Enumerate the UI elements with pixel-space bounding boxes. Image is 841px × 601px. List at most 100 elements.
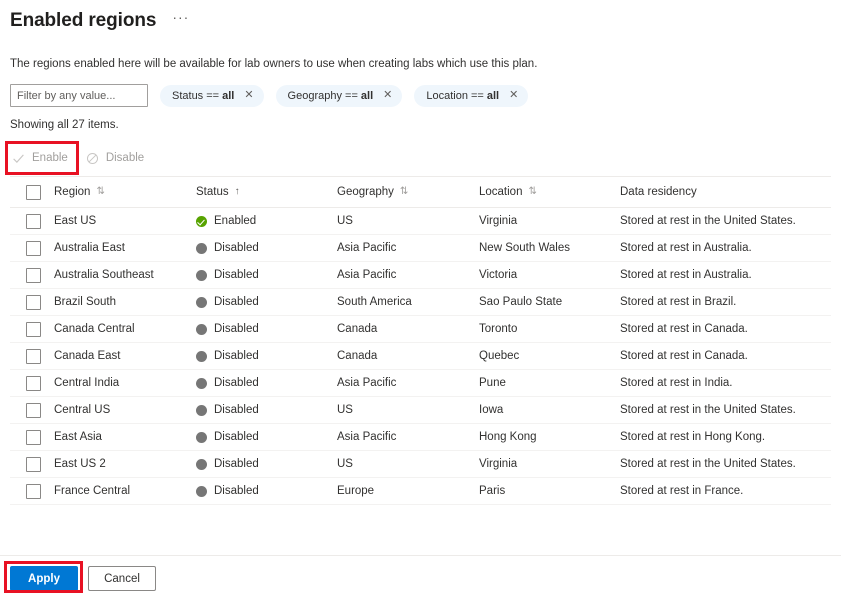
- row-checkbox[interactable]: [26, 214, 41, 229]
- table-row[interactable]: Australia EastDisabledAsia PacificNew So…: [10, 235, 831, 262]
- cell-region: Brazil South: [54, 289, 196, 316]
- cell-data-residency: Stored at rest in Hong Kong.: [620, 424, 831, 451]
- table-row[interactable]: East US 2DisabledUSVirginiaStored at res…: [10, 451, 831, 478]
- table-row[interactable]: Australia SoutheastDisabledAsia PacificV…: [10, 262, 831, 289]
- cell-data-residency: Stored at rest in India.: [620, 370, 831, 397]
- cell-geography: Asia Pacific: [337, 370, 479, 397]
- table-row[interactable]: Canada CentralDisabledCanadaTorontoStore…: [10, 316, 831, 343]
- filter-input[interactable]: [10, 84, 148, 107]
- command-bar: Enable Disable: [0, 142, 841, 174]
- column-header-region[interactable]: Region ⇅: [54, 177, 196, 208]
- enable-button[interactable]: Enable: [10, 148, 70, 169]
- cell-status: Disabled: [196, 397, 337, 424]
- cancel-button[interactable]: Cancel: [88, 566, 156, 591]
- filter-pill-geography-value: all: [361, 90, 373, 102]
- row-checkbox[interactable]: [26, 376, 41, 391]
- cell-data-residency: Stored at rest in France.: [620, 478, 831, 505]
- filter-pill-status[interactable]: Status == all ✕: [160, 85, 264, 107]
- cell-data-residency: Stored at rest in Australia.: [620, 235, 831, 262]
- table-row[interactable]: East AsiaDisabledAsia PacificHong KongSt…: [10, 424, 831, 451]
- column-header-status-label: Status: [196, 186, 229, 198]
- status-disabled-icon: [196, 270, 207, 281]
- row-select-cell: [10, 235, 54, 262]
- cell-location: Iowa: [479, 397, 620, 424]
- filter-pill-status-value: all: [222, 90, 234, 102]
- table-row[interactable]: Canada EastDisabledCanadaQuebecStored at…: [10, 343, 831, 370]
- sort-icon-region[interactable]: ⇅: [96, 187, 104, 197]
- row-checkbox[interactable]: [26, 268, 41, 283]
- cell-status-label: Disabled: [214, 296, 259, 308]
- filter-pill-location[interactable]: Location == all ✕: [414, 85, 528, 107]
- column-header-geography[interactable]: Geography ⇅: [337, 177, 479, 208]
- row-select-cell: [10, 289, 54, 316]
- select-all-checkbox[interactable]: [26, 185, 41, 200]
- filter-bar: Status == all ✕ Geography == all ✕ Locat…: [0, 72, 841, 107]
- status-disabled-icon: [196, 243, 207, 254]
- row-checkbox[interactable]: [26, 484, 41, 499]
- row-checkbox[interactable]: [26, 295, 41, 310]
- cell-status-label: Disabled: [214, 323, 259, 335]
- table-row[interactable]: France CentralDisabledEuropeParisStored …: [10, 478, 831, 505]
- row-select-cell: [10, 262, 54, 289]
- cell-data-residency: Stored at rest in Canada.: [620, 343, 831, 370]
- page-title: Enabled regions: [10, 8, 156, 34]
- cell-region: East US: [54, 208, 196, 235]
- sort-icon-geography[interactable]: ⇅: [400, 187, 408, 197]
- filter-pill-status-close-icon[interactable]: ✕: [244, 90, 253, 101]
- table-row[interactable]: East USEnabledUSVirginiaStored at rest i…: [10, 208, 831, 235]
- status-disabled-icon: [196, 432, 207, 443]
- filter-pill-location-close-icon[interactable]: ✕: [509, 90, 518, 101]
- disable-button[interactable]: Disable: [84, 148, 146, 169]
- cell-status: Disabled: [196, 316, 337, 343]
- column-header-location[interactable]: Location ⇅: [479, 177, 620, 208]
- disable-button-label: Disable: [106, 152, 144, 164]
- column-header-status[interactable]: Status ↑: [196, 177, 337, 208]
- cell-status-label: Disabled: [214, 485, 259, 497]
- more-options-icon[interactable]: ···: [172, 12, 189, 30]
- column-header-data-residency[interactable]: Data residency: [620, 177, 831, 208]
- row-select-cell: [10, 343, 54, 370]
- cell-region: Central India: [54, 370, 196, 397]
- cell-location: Quebec: [479, 343, 620, 370]
- cell-status: Disabled: [196, 478, 337, 505]
- filter-pill-location-value: all: [487, 90, 499, 102]
- status-enabled-icon: [196, 216, 207, 227]
- cell-region: Canada East: [54, 343, 196, 370]
- row-checkbox[interactable]: [26, 349, 41, 364]
- cell-status: Disabled: [196, 289, 337, 316]
- table-row[interactable]: Central IndiaDisabledAsia PacificPuneSto…: [10, 370, 831, 397]
- cell-data-residency: Stored at rest in Canada.: [620, 316, 831, 343]
- table-row[interactable]: Central USDisabledUSIowaStored at rest i…: [10, 397, 831, 424]
- cell-status: Disabled: [196, 235, 337, 262]
- cell-status: Disabled: [196, 424, 337, 451]
- cell-region: Australia East: [54, 235, 196, 262]
- row-checkbox[interactable]: [26, 241, 41, 256]
- row-checkbox[interactable]: [26, 457, 41, 472]
- row-checkbox[interactable]: [26, 403, 41, 418]
- row-checkbox[interactable]: [26, 430, 41, 445]
- select-all-header: [10, 177, 54, 208]
- column-header-location-label: Location: [479, 186, 522, 198]
- status-disabled-icon: [196, 351, 207, 362]
- row-checkbox[interactable]: [26, 322, 41, 337]
- apply-button[interactable]: Apply: [10, 566, 78, 591]
- sort-icon-status[interactable]: ↑: [235, 187, 240, 197]
- row-select-cell: [10, 424, 54, 451]
- sort-icon-location[interactable]: ⇅: [528, 187, 536, 197]
- filter-pill-geography-close-icon[interactable]: ✕: [383, 90, 392, 101]
- table-row[interactable]: Brazil SouthDisabledSouth AmericaSao Pau…: [10, 289, 831, 316]
- filter-pill-geography[interactable]: Geography == all ✕: [276, 85, 403, 107]
- cell-location: Hong Kong: [479, 424, 620, 451]
- dialog-footer: Apply Cancel: [0, 555, 841, 601]
- cell-data-residency: Stored at rest in the United States.: [620, 208, 831, 235]
- filter-pill-geography-label: Geography ==: [288, 90, 358, 102]
- cell-geography: Asia Pacific: [337, 262, 479, 289]
- row-select-cell: [10, 316, 54, 343]
- cell-status-label: Disabled: [214, 404, 259, 416]
- status-disabled-icon: [196, 297, 207, 308]
- checkmark-icon: [12, 152, 25, 165]
- row-select-cell: [10, 208, 54, 235]
- column-header-geography-label: Geography: [337, 186, 394, 198]
- cell-location: Virginia: [479, 208, 620, 235]
- cell-status-label: Disabled: [214, 269, 259, 281]
